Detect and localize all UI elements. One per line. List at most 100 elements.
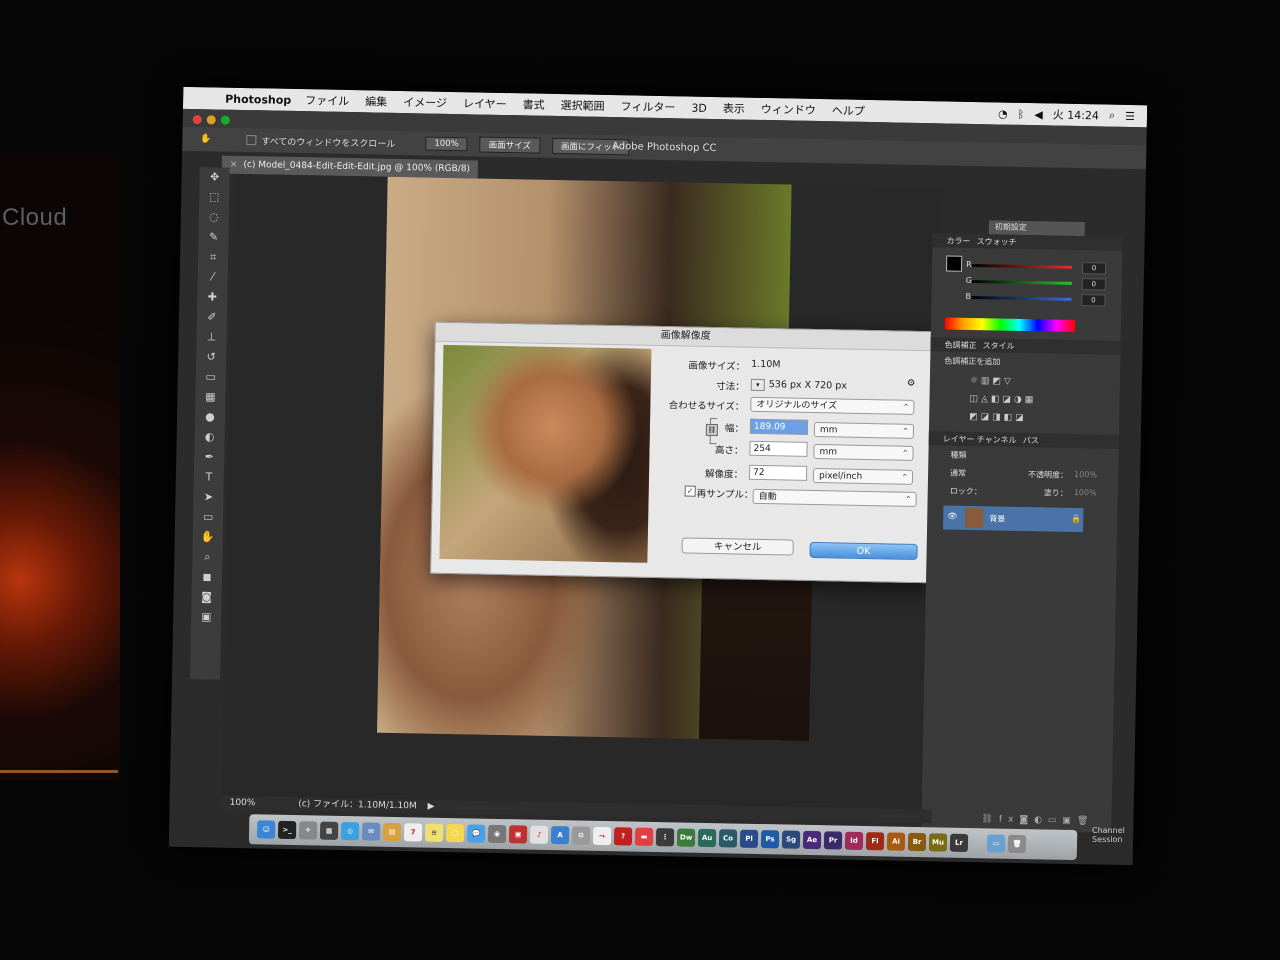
status-file-info[interactable]: (c) ファイル：1.10M/1.10M [298,799,417,811]
menu-image[interactable]: イメージ [403,94,447,111]
lightroom-icon[interactable]: Lr [949,833,969,853]
channel-b-value[interactable]: 0 [1081,294,1106,307]
screen-mode-icon[interactable]: ▣ [191,607,221,628]
launchpad-icon[interactable]: ✈ [298,821,318,840]
tab-adjustments[interactable]: 色調補正 [944,339,976,351]
trash-icon[interactable]: 🗑 [1007,834,1027,854]
tab-swatches[interactable]: スウォッチ [976,236,1016,248]
messages-icon[interactable]: 💬 [466,824,486,843]
menu-layer[interactable]: レイヤー [463,95,507,112]
tab-styles[interactable]: スタイル [982,340,1014,352]
gradient-tool-icon[interactable]: ▦ [195,387,225,408]
width-input[interactable]: 189.09 [749,418,809,435]
opacity-value[interactable]: 100% [1074,470,1097,479]
resample-checkbox[interactable]: ✓ [684,485,696,497]
flash-icon[interactable]: Fl [865,832,885,851]
menu-window[interactable]: ウィンドウ [761,101,816,118]
adjustment-icons[interactable]: ☼▥◩▽ ◫◬◧◪◑▦ ◩◪◨◧◪ [969,372,1037,427]
kind-filter-select[interactable]: 種類 [950,450,966,461]
layers-footer-icons[interactable]: ⛓fx◙◐▭▣🗑 [981,814,1094,826]
foreground-color-swatch[interactable] [945,255,963,272]
menu-filter[interactable]: フィルター [620,98,675,115]
cancel-button[interactable]: キャンセル [681,537,794,556]
resolution-unit-select[interactable]: pixel/inch [812,467,914,485]
minimize-window-button[interactable] [206,115,216,125]
ok-button[interactable]: OK [809,541,918,560]
menu-select[interactable]: 選択範囲 [560,97,605,114]
tab-paths[interactable]: パス [1023,435,1039,446]
zoom-window-button[interactable] [220,115,230,125]
resolution-input[interactable]: 72 [748,464,808,481]
document-canvas[interactable]: 画像解像度 画像サイズ： 1.10M 寸法： ▾ 536 px X 720 px… [221,173,944,810]
channel-g-slider[interactable] [971,279,1072,285]
notes-icon[interactable]: ≡ [424,823,444,842]
channel-b-slider[interactable] [971,295,1072,301]
spotlight-icon[interactable]: ⌕ [1109,109,1115,123]
type-tool-icon[interactable]: T [194,467,224,488]
folder-icon[interactable]: ▭ [986,834,1006,853]
gear-icon[interactable]: ⚙ [907,378,916,389]
stamp-tool-icon[interactable]: ⊥ [196,327,226,348]
quick-select-tool-icon[interactable]: ✎ [198,227,228,248]
resample-select[interactable]: 自動 [752,488,917,507]
color-swatches-icon[interactable]: ◼ [192,567,222,588]
photoshop-icon[interactable]: Ps [760,830,780,849]
bridge-icon[interactable]: Br [907,832,927,852]
height-unit-select[interactable]: mm [813,443,914,461]
acrobat-icon[interactable]: ⤳ [592,826,612,846]
notification-icon[interactable]: ☰ [1125,109,1135,122]
layer-name[interactable]: 背景 [989,513,1005,524]
itunes-icon[interactable]: ♪ [529,825,549,844]
audition-icon[interactable]: Au [697,828,717,848]
safari-icon[interactable]: ◎ [340,821,360,841]
close-window-button[interactable] [192,115,202,125]
speedgrade-icon[interactable]: Sg [781,830,801,849]
volume-icon[interactable]: ◀ [1034,108,1043,121]
premiere-icon[interactable]: Pr [823,831,843,850]
move-tool-icon[interactable]: ✥ [199,167,229,188]
system-preferences-icon[interactable]: ⚙ [571,826,591,845]
dreamweaver-icon[interactable]: Dw [676,828,696,847]
crop-tool-icon[interactable]: ⌗ [198,247,228,268]
finder-icon[interactable]: ☺ [256,820,276,839]
menu-clock[interactable]: 火 14:24 [1053,107,1100,124]
tab-channels[interactable]: チャンネル [977,434,1017,446]
history-brush-tool-icon[interactable]: ↺ [196,347,226,368]
zoom-tool-icon[interactable]: ⌕ [192,547,222,568]
fill-value[interactable]: 100% [1074,488,1097,497]
fit-to-select[interactable]: オリジナルのサイズ [750,396,915,415]
illustrator-icon[interactable]: Ai [886,832,906,851]
wifi-icon[interactable]: ◔ [998,107,1008,120]
close-icon[interactable]: × [230,160,238,170]
brush-tool-icon[interactable]: ✐ [197,307,227,328]
status-zoom[interactable]: 100% [230,798,256,808]
visibility-eye-icon[interactable]: 👁 [947,512,957,521]
menu-type[interactable]: 書式 [522,96,545,112]
tab-layers[interactable]: レイヤー [943,433,975,445]
help-icon[interactable]: ? [613,827,633,846]
lasso-tool-icon[interactable]: ◌ [199,207,229,228]
stickies-icon[interactable]: ▢ [445,823,465,843]
eyedropper-tool-icon[interactable]: ⁄ [198,267,228,288]
path-select-tool-icon[interactable]: ➤ [193,487,223,508]
menu-help[interactable]: ヘルプ [832,102,865,119]
facetime-icon[interactable]: ◉ [487,824,507,844]
channel-r-value[interactable]: 0 [1081,262,1107,275]
menu-edit[interactable]: 編集 [365,93,387,109]
edge-code-icon[interactable]: Co [718,829,738,848]
hand-tool-icon[interactable]: ✋ [193,527,223,548]
marquee-tool-icon[interactable]: ⬚ [199,187,229,208]
calendar-icon[interactable]: 7 [403,823,423,842]
color-spectrum-bar[interactable] [944,317,1076,332]
after-effects-icon[interactable]: Ae [802,830,822,850]
blend-mode-select[interactable]: 通常 [950,468,966,479]
height-input[interactable]: 254 [749,440,808,457]
channel-r-slider[interactable] [972,263,1073,269]
tab-color[interactable]: カラー [946,235,970,246]
blur-tool-icon[interactable]: ● [195,407,225,428]
status-arrow-icon[interactable]: ▶ [427,802,434,812]
shape-tool-icon[interactable]: ▭ [193,507,223,528]
photo-booth-icon[interactable]: ▣ [508,825,528,844]
muse-icon[interactable]: Mu [928,833,948,852]
terminal-icon[interactable]: >_ [277,820,297,840]
